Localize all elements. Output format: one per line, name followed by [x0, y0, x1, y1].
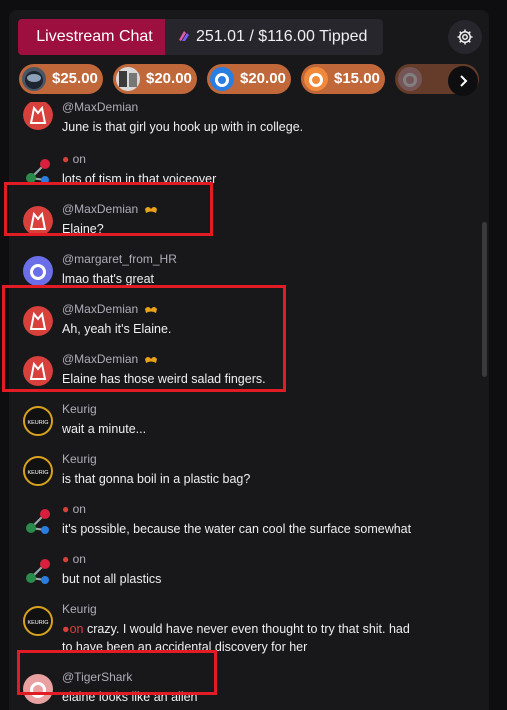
chat-text: ●on crazy. I would have never even thoug… — [62, 622, 410, 636]
chat-username[interactable]: @MaxDemian — [62, 202, 158, 216]
chat-text: is that gonna boil in a plastic bag? — [62, 472, 251, 486]
tip-amount: $25.00 — [52, 70, 98, 87]
chat-text: elaine looks like an alien — [62, 690, 198, 704]
chat-text: lmao that's great — [62, 272, 155, 286]
svg-text:KEURIG: KEURIG — [27, 420, 48, 426]
mustache-badge-icon — [145, 207, 158, 213]
tip-pill[interactable]: $15.00 — [301, 64, 385, 94]
svg-text:KEURIG: KEURIG — [27, 470, 48, 476]
chat-username[interactable]: @MaxDemian — [62, 302, 158, 316]
settings-button[interactable] — [448, 20, 482, 54]
chat-message: KEURIG Keurig wait a minute... — [9, 402, 479, 442]
chat-username[interactable]: @margaret_from_HR — [62, 252, 177, 266]
chat-username[interactable]: @MaxDemian — [62, 102, 138, 114]
tips-next-button[interactable] — [448, 66, 478, 96]
tip-pill[interactable]: $25.00 — [19, 64, 103, 94]
chat-text: wait a minute... — [62, 422, 147, 436]
chat-message: @MaxDemian June is that girl you hook up… — [9, 102, 479, 140]
chat-text: Elaine? — [62, 222, 104, 236]
tip-icon — [179, 31, 189, 41]
tip-amount: $20.00 — [146, 70, 192, 87]
chat-username[interactable]: Keurig — [62, 402, 97, 416]
chat-message: @TigerShark elaine looks like an alien — [9, 670, 479, 710]
tipper-avatar — [304, 67, 328, 91]
molecule-avatar — [23, 556, 53, 586]
tipper-avatar — [116, 67, 140, 91]
tipper-avatar — [210, 67, 234, 91]
chat-text: Elaine has those weird salad fingers. — [62, 372, 266, 386]
chat-message: ● on lots of tism in that voiceover — [9, 152, 479, 192]
tigershark-avatar — [23, 674, 53, 704]
molecule-avatar — [23, 506, 53, 536]
chat-username[interactable]: ● on — [62, 152, 86, 166]
chat-username[interactable]: @MaxDemian — [62, 352, 158, 366]
chat-message: @MaxDemian Elaine has those weird salad … — [9, 352, 479, 392]
livestream-chat-panel: Livestream Chat 251.01 / $116.00 Tipped … — [9, 10, 489, 710]
tip-pills-row: $25.00 $20.00 $20.00 $15.00 — [9, 64, 489, 96]
tip-amount: $20.00 — [240, 70, 286, 87]
maxdemian-avatar — [23, 102, 53, 130]
maxdemian-avatar — [23, 356, 53, 386]
chat-message: ● on but not all plastics — [9, 552, 479, 592]
chat-messages[interactable]: @MaxDemian June is that girl you hook up… — [9, 102, 489, 710]
gear-icon — [457, 29, 473, 45]
keurig-avatar: KEURIG — [23, 606, 53, 636]
tip-pill[interactable]: $20.00 — [207, 64, 291, 94]
keurig-avatar: KEURIG — [23, 406, 53, 436]
chat-text: Ah, yeah it's Elaine. — [62, 322, 172, 336]
margaret-avatar — [23, 256, 53, 286]
tips-total: 251.01 / $116.00 Tipped — [165, 19, 383, 55]
tip-amount: $15.00 — [334, 70, 380, 87]
chat-text: it's possible, because the water can coo… — [62, 522, 412, 536]
chat-username[interactable]: ● on — [62, 502, 86, 516]
chat-username[interactable]: Keurig — [62, 602, 97, 616]
chat-message: @margaret_from_HR lmao that's great — [9, 252, 479, 292]
maxdemian-avatar — [23, 206, 53, 236]
chevron-right-icon — [460, 75, 468, 87]
chat-text: June is that girl you hook up with in co… — [62, 120, 304, 134]
chat-header: Livestream Chat 251.01 / $116.00 Tipped … — [9, 10, 489, 102]
chat-username[interactable]: @TigerShark — [62, 670, 132, 684]
chat-message: @MaxDemian Ah, yeah it's Elaine. — [9, 302, 479, 342]
mustache-badge-icon — [145, 357, 158, 363]
keurig-avatar: KEURIG — [23, 456, 53, 486]
chat-text: but not all plastics — [62, 572, 162, 586]
tips-summary: 251.01 / $116.00 Tipped — [196, 28, 368, 45]
svg-text:KEURIG: KEURIG — [27, 620, 48, 626]
molecule-avatar — [23, 156, 53, 186]
chat-username[interactable]: ● on — [62, 552, 86, 566]
tipper-avatar — [398, 67, 422, 91]
chat-message: ● on it's possible, because the water ca… — [9, 502, 479, 542]
chat-scrollbar-thumb[interactable] — [482, 222, 487, 377]
chat-message: KEURIG Keurig is that gonna boil in a pl… — [9, 452, 479, 492]
chat-message: @MaxDemian Elaine? — [9, 202, 479, 242]
tipper-avatar — [22, 67, 46, 91]
chat-text-continued: to have been an accidental discovery for… — [62, 640, 308, 654]
chat-message: KEURIG Keurig ●on crazy. I would have ne… — [9, 602, 479, 660]
tip-pill[interactable]: $20.00 — [113, 64, 197, 94]
maxdemian-avatar — [23, 306, 53, 336]
chat-username[interactable]: Keurig — [62, 452, 97, 466]
livestream-chat-tab[interactable]: Livestream Chat — [18, 19, 171, 55]
chat-text: lots of tism in that voiceover — [62, 172, 217, 186]
mustache-badge-icon — [145, 307, 158, 313]
